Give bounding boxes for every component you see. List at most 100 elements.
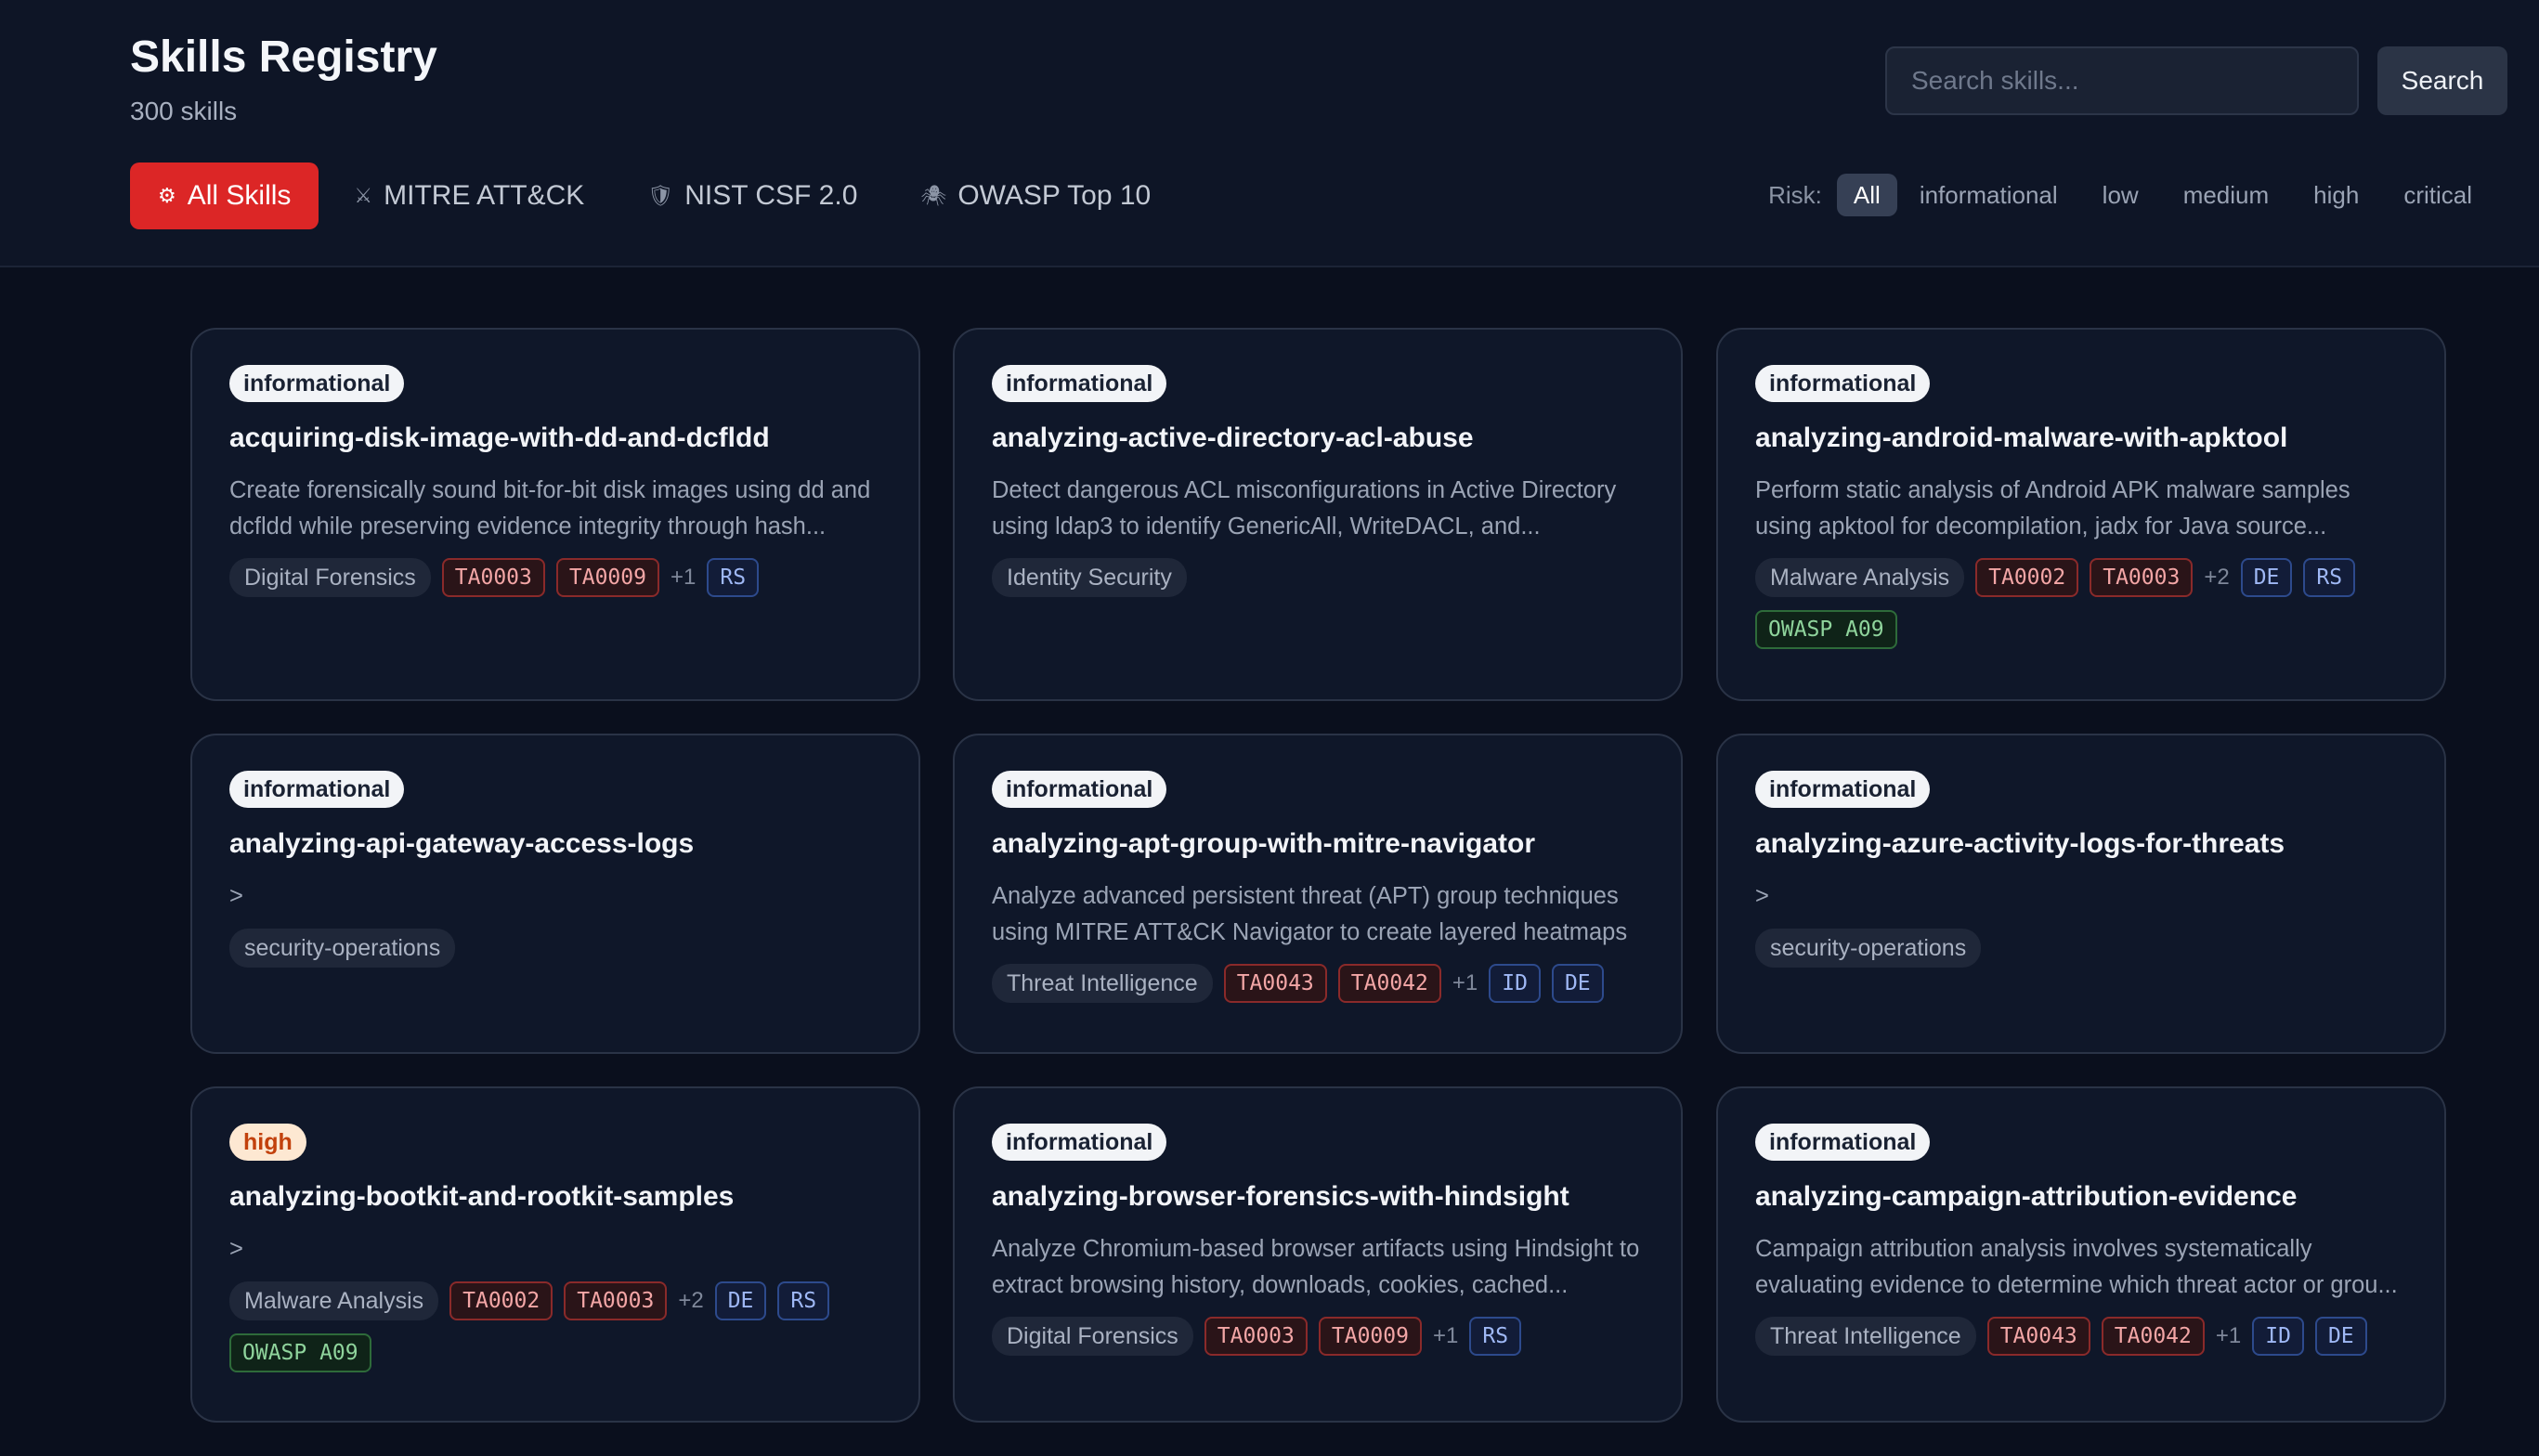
skill-title[interactable]: analyzing-api-gateway-access-logs <box>229 828 881 860</box>
skill-title[interactable]: analyzing-bootkit-and-rootkit-samples <box>229 1181 881 1213</box>
nist-tag: RS <box>777 1281 830 1320</box>
risk-badge: informational <box>1755 1124 1931 1161</box>
tag-list: security-operations <box>1755 929 2407 981</box>
nist-tag: ID <box>1489 964 1541 1003</box>
more-count: +2 <box>678 1288 704 1313</box>
skill-description: > <box>1755 883 1769 909</box>
tab-all-skills[interactable]: ⚙ All Skills <box>130 162 319 229</box>
risk-badge: informational <box>1755 771 1931 808</box>
tab-owasp-top-10[interactable]: 🕷 OWASP Top 10 <box>892 162 1178 229</box>
nist-tag: DE <box>1551 964 1604 1003</box>
swords-icon: ⚔ <box>354 184 373 207</box>
domain-tag: Malware Analysis <box>229 1281 439 1320</box>
mitre-tag: TA0003 <box>564 1281 668 1320</box>
nist-tag: DE <box>2314 1317 2367 1356</box>
skill-description: Perform static analysis of Android APK m… <box>1755 477 2350 540</box>
tag-list: security-operations <box>229 929 881 981</box>
nist-tag: RS <box>2303 558 2356 597</box>
tag-list: Malware Analysis TA0002 TA0003 +2 DE RS OWASP … <box>229 1281 881 1385</box>
skill-title[interactable]: analyzing-browser-forensics-with-hindsig… <box>992 1181 1644 1213</box>
skill-title[interactable]: analyzing-campaign-attribution-evidence <box>1755 1181 2407 1213</box>
nist-tag: RS <box>1469 1317 1522 1356</box>
skill-card[interactable]: informational analyzing-api-gateway-acces… <box>190 734 920 1054</box>
mitre-tag: TA0002 <box>1975 558 2079 597</box>
shield-icon: 🛡 <box>647 184 674 207</box>
skill-description: > <box>229 883 243 909</box>
search-input[interactable] <box>1885 46 2359 115</box>
spider-icon: 🕷 <box>920 184 947 207</box>
owasp-tag: OWASP A09 <box>229 1333 371 1372</box>
tab-label: All Skills <box>187 180 292 211</box>
tag-list: Threat Intelligence TA0043 TA0042 +1 ID DE <box>992 964 1644 1016</box>
skill-description: Create forensically sound bit-for-bit di… <box>229 477 871 540</box>
skill-title[interactable]: analyzing-android-malware-with-apktool <box>1755 422 2407 454</box>
skill-description: Analyze advanced persistent threat (APT)… <box>992 883 1628 945</box>
mitre-tag: TA0009 <box>555 558 659 597</box>
risk-option-high[interactable]: high <box>2291 174 2381 216</box>
skill-count: 300 skills <box>130 97 238 125</box>
nist-tag: DE <box>714 1281 767 1320</box>
skill-description: Analyze Chromium-based browser artifacts… <box>992 1236 1640 1298</box>
tag-list: Threat Intelligence TA0043 TA0042 +1 ID DE <box>1755 1317 2407 1369</box>
tab-label: NIST CSF 2.0 <box>684 180 858 211</box>
skill-title[interactable]: analyzing-apt-group-with-mitre-navigator <box>992 828 1644 860</box>
skill-title[interactable]: analyzing-azure-activity-logs-for-threat… <box>1755 828 2407 860</box>
more-count: +1 <box>2215 1323 2242 1348</box>
more-count: +2 <box>2204 565 2230 590</box>
gear-icon: ⚙ <box>158 184 176 207</box>
risk-option-low[interactable]: low <box>2080 174 2161 216</box>
risk-badge: informational <box>229 771 405 808</box>
risk-badge: informational <box>229 365 405 402</box>
skill-card[interactable]: informational analyzing-active-directory-… <box>953 328 1683 701</box>
skill-card[interactable]: informational analyzing-android-malware-w… <box>1716 328 2446 701</box>
mitre-tag: TA0003 <box>2090 558 2194 597</box>
tab-mitre-attack[interactable]: ⚔ MITRE ATT&CK <box>326 162 612 229</box>
tag-list: Digital Forensics TA0003 TA0009 +1 RS <box>992 1317 1644 1369</box>
domain-tag: Digital Forensics <box>229 558 431 597</box>
risk-filter: Risk: All informational low medium high … <box>1768 173 2494 217</box>
risk-badge: informational <box>992 771 1167 808</box>
tag-list: Identity Security <box>992 558 1644 610</box>
domain-tag: Identity Security <box>992 558 1187 597</box>
risk-option-medium[interactable]: medium <box>2161 174 2291 216</box>
domain-tag: Digital Forensics <box>992 1317 1193 1356</box>
risk-filter-label: Risk: <box>1768 180 1822 209</box>
nist-tag: DE <box>2240 558 2293 597</box>
risk-badge: high <box>229 1124 306 1161</box>
tag-list: Digital Forensics TA0003 TA0009 +1 RS <box>229 558 881 610</box>
risk-option-informational[interactable]: informational <box>1897 174 2080 216</box>
risk-option-all[interactable]: All <box>1836 174 1897 216</box>
tag-list: Malware Analysis TA0002 TA0003 +2 DE RS OWASP … <box>1755 558 2407 662</box>
skill-title[interactable]: analyzing-active-directory-acl-abuse <box>992 422 1644 454</box>
skill-card[interactable]: informational analyzing-apt-group-with-mi… <box>953 734 1683 1054</box>
risk-badge: informational <box>1755 365 1931 402</box>
skill-card[interactable]: informational acquiring-disk-image-with-d… <box>190 328 920 701</box>
page-title: Skills Registry <box>130 32 437 82</box>
owasp-tag: OWASP A09 <box>1755 610 1897 649</box>
nist-tag: ID <box>2252 1317 2304 1356</box>
more-count: +1 <box>1432 1323 1459 1348</box>
header: Skills Registry 300 skills Search ⚙ All … <box>0 0 2539 267</box>
skill-description: > <box>229 1236 243 1262</box>
domain-tag: Malware Analysis <box>1755 558 1965 597</box>
skill-card[interactable]: informational analyzing-campaign-attribut… <box>1716 1086 2446 1423</box>
skill-card[interactable]: informational analyzing-azure-activity-lo… <box>1716 734 2446 1054</box>
tab-label: OWASP Top 10 <box>957 180 1152 211</box>
skill-title[interactable]: acquiring-disk-image-with-dd-and-dcfldd <box>229 422 881 454</box>
risk-option-critical[interactable]: critical <box>2381 174 2494 216</box>
mitre-tag: TA0043 <box>1986 1317 2090 1356</box>
mitre-tag: TA0042 <box>1337 964 1441 1003</box>
mitre-tag: TA0009 <box>1318 1317 1422 1356</box>
tab-nist-csf[interactable]: 🛡 NIST CSF 2.0 <box>619 162 885 229</box>
skill-card[interactable]: informational analyzing-browser-forensics… <box>953 1086 1683 1423</box>
skill-description: Campaign attribution analysis involves s… <box>1755 1236 2398 1298</box>
search-button[interactable]: Search <box>2377 46 2507 115</box>
domain-tag: security-operations <box>1755 929 1982 968</box>
risk-badge: informational <box>992 365 1167 402</box>
mitre-tag: TA0002 <box>449 1281 553 1320</box>
mitre-tag: TA0043 <box>1223 964 1327 1003</box>
risk-badge: informational <box>992 1124 1167 1161</box>
skill-card[interactable]: high analyzing-bootkit-and-rootkit-sample… <box>190 1086 920 1423</box>
mitre-tag: TA0042 <box>2101 1317 2205 1356</box>
nist-tag: RS <box>707 558 760 597</box>
